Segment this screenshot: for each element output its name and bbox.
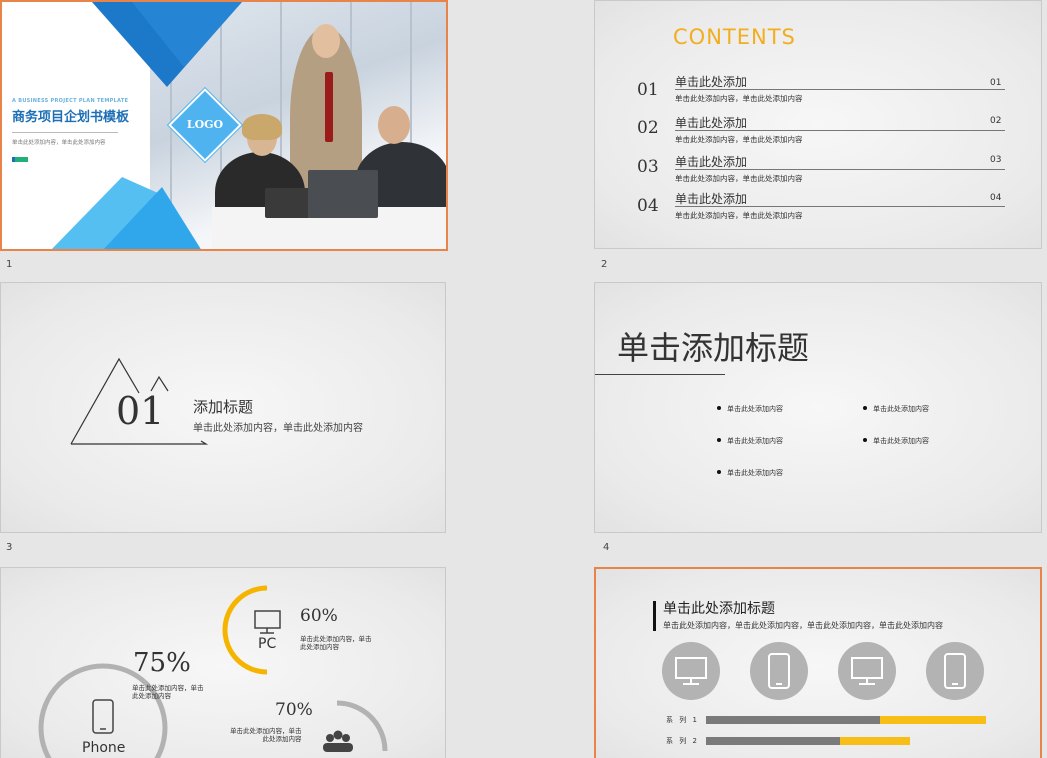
slide-title: 商务项目企划书模板 bbox=[12, 110, 130, 125]
bullet-item: 单击此处添加内容 bbox=[863, 404, 929, 414]
logo-text: LOGO bbox=[186, 118, 224, 131]
toc-desc: 单击此处添加内容，单击此处添加内容 bbox=[675, 211, 803, 220]
stat-percent: 75% bbox=[133, 648, 191, 678]
slide-number: 4 bbox=[603, 542, 610, 553]
bullet-item: 单击此处添加内容 bbox=[717, 436, 783, 446]
divider bbox=[12, 132, 118, 133]
stat-percent: 70% bbox=[275, 700, 313, 720]
slide-thumbnail-3[interactable]: 01 添加标题 单击此处添加内容，单击此处添加内容 bbox=[0, 282, 446, 533]
stat-desc: 单击此处添加内容，单击 此处添加内容 bbox=[230, 727, 302, 743]
slide-number: 3 bbox=[6, 542, 13, 553]
bullet-item: 单击此处添加内容 bbox=[717, 468, 783, 478]
bar-segment-gray bbox=[706, 737, 841, 745]
toc-number: 03 bbox=[637, 157, 659, 177]
bullet-item: 单击此处添加内容 bbox=[863, 436, 929, 446]
template-tag: A BUSINESS PROJECT PLAN TEMPLATE bbox=[12, 98, 129, 104]
toc-desc: 单击此处添加内容，单击此处添加内容 bbox=[675, 135, 803, 144]
slide-subtitle: 单击此处添加内容，单击此处添加内容，单击此处添加内容，单击此处添加内容 bbox=[663, 621, 943, 630]
series-label: 系 列 2 bbox=[666, 737, 699, 745]
toc-rule bbox=[675, 130, 1005, 131]
slide-thumbnail-2[interactable]: CONTENTS 01 单击此处添加 01 单击此处添加内容，单击此处添加内容 … bbox=[594, 0, 1042, 249]
tablet-icon bbox=[944, 653, 966, 689]
slide-thumbnail-6[interactable]: 单击此处添加标题 单击此处添加内容，单击此处添加内容，单击此处添加内容，单击此处… bbox=[594, 567, 1042, 758]
stat-desc: 单击此处添加内容，单击 此处添加内容 bbox=[132, 684, 204, 700]
toc-index: 01 bbox=[990, 78, 1002, 88]
toc-rule bbox=[675, 169, 1005, 170]
device-label: Phone bbox=[82, 740, 126, 756]
toc-index: 04 bbox=[990, 193, 1002, 203]
toc-number: 02 bbox=[637, 118, 659, 138]
group-icon bbox=[323, 730, 353, 752]
stat-desc: 单击此处添加内容，单击 此处添加内容 bbox=[300, 635, 372, 651]
slide-thumbnail-5[interactable]: 75% 单击此处添加内容，单击 此处添加内容 Phone 60% 单击此处添加内容… bbox=[0, 567, 446, 758]
series-bar bbox=[706, 737, 986, 745]
phone-icon bbox=[92, 699, 114, 734]
slide-number: 1 bbox=[6, 259, 13, 270]
section-title: 添加标题 bbox=[193, 398, 254, 416]
contents-heading: CONTENTS bbox=[673, 25, 796, 49]
device-circle bbox=[838, 642, 896, 700]
progress-rings bbox=[38, 585, 388, 758]
toc-rule bbox=[675, 89, 1005, 90]
monitor-icon bbox=[254, 610, 281, 634]
stat-percent: 60% bbox=[300, 606, 338, 626]
series-label: 系 列 1 bbox=[666, 716, 699, 724]
monitor-icon bbox=[675, 657, 707, 685]
title-underline bbox=[595, 374, 725, 375]
slide-thumbnail-4[interactable]: 单击添加标题 单击此处添加内容 单击此处添加内容 单击此处添加内容 单击此处添加… bbox=[594, 282, 1042, 533]
device-label: PC bbox=[258, 636, 277, 652]
bullet-item: 单击此处添加内容 bbox=[717, 404, 783, 414]
toc-title: 单击此处添加 bbox=[675, 155, 748, 169]
slide-number: 2 bbox=[601, 259, 608, 270]
color-mark bbox=[12, 157, 28, 162]
toc-index: 03 bbox=[990, 155, 1002, 165]
slide-title: 单击添加标题 bbox=[617, 329, 810, 367]
toc-desc: 单击此处添加内容，单击此处添加内容 bbox=[675, 94, 803, 103]
slide-subtitle: 单击此处添加内容，单击此处添加内容 bbox=[12, 140, 106, 146]
tablet-icon bbox=[768, 653, 790, 689]
series-bar bbox=[706, 716, 986, 724]
toc-title: 单击此处添加 bbox=[675, 116, 748, 130]
bar-segment-gray bbox=[706, 716, 880, 724]
toc-title: 单击此处添加 bbox=[675, 192, 748, 206]
toc-index: 02 bbox=[990, 116, 1002, 126]
toc-rule bbox=[675, 206, 1005, 207]
toc-desc: 单击此处添加内容，单击此处添加内容 bbox=[675, 174, 803, 183]
title-accent-bar bbox=[653, 601, 656, 631]
toc-title: 单击此处添加 bbox=[675, 75, 748, 89]
section-subtitle: 单击此处添加内容，单击此处添加内容 bbox=[193, 423, 363, 434]
device-circle bbox=[926, 642, 984, 700]
device-circle bbox=[750, 642, 808, 700]
toc-number: 01 bbox=[637, 80, 659, 100]
monitor-icon bbox=[851, 657, 883, 685]
device-circle bbox=[662, 642, 720, 700]
bar-segment-yellow bbox=[879, 716, 986, 724]
slide-thumbnail-1[interactable]: LOGO A BUSINESS PROJECT PLAN TEMPLATE 商务… bbox=[0, 0, 448, 251]
section-number: 01 bbox=[116, 389, 165, 433]
slide-title: 单击此处添加标题 bbox=[663, 601, 775, 617]
bar-segment-yellow bbox=[840, 737, 911, 745]
toc-number: 04 bbox=[637, 196, 659, 216]
